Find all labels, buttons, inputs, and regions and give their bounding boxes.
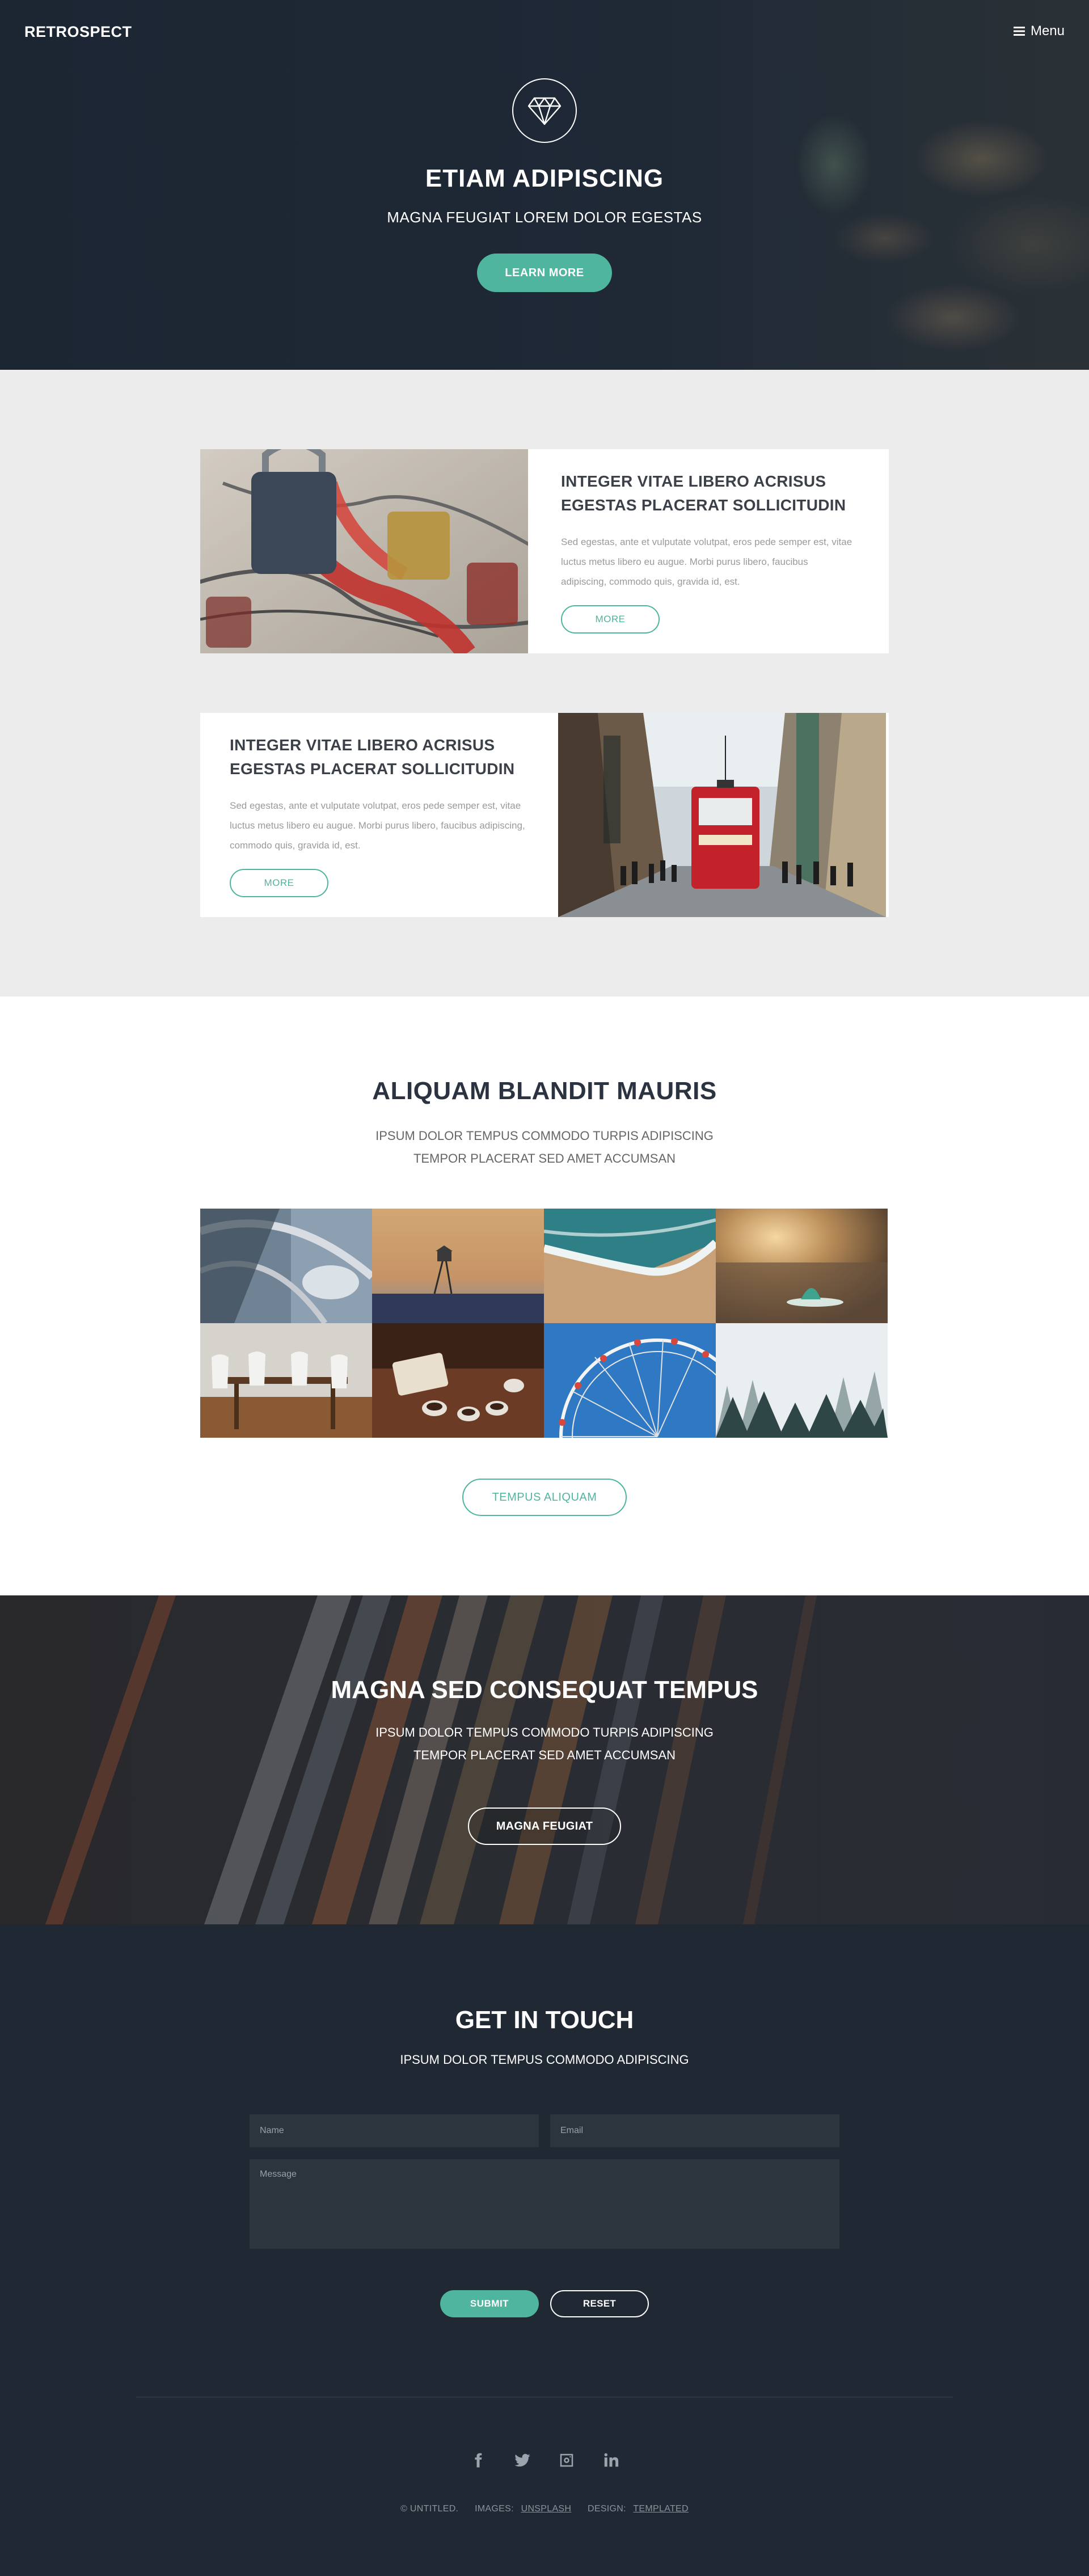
linkedin-icon[interactable]: [601, 2450, 621, 2471]
spotlight-1-text: Sed egestas, ante et vulputate volutpat,…: [561, 537, 852, 587]
spotlight-1-title: INTEGER VITAE LIBERO ACRISUS EGESTAS PLA…: [561, 472, 846, 514]
email-field[interactable]: [550, 2114, 839, 2147]
spotlight-section: INTEGER VITAE LIBERO ACRISUS EGESTAS PLA…: [0, 370, 1089, 996]
image-gallery: [200, 1209, 889, 1438]
gallery-section: ALIQUAM BLANDIT MAURIS IPSUM DOLOR TEMPU…: [0, 996, 1089, 1595]
gallery-image-surfboard[interactable]: [716, 1209, 888, 1323]
contact-subtitle: IPSUM DOLOR TEMPUS COMMODO ADIPISCING: [400, 2053, 689, 2067]
message-field[interactable]: [250, 2159, 839, 2249]
spotlight-2-title: INTEGER VITAE LIBERO ACRISUS EGESTAS PLA…: [230, 736, 515, 778]
padlocks-image: [200, 449, 528, 653]
design-label: DESIGN:: [588, 2504, 626, 2514]
spotlight-2-more-button[interactable]: MORE: [230, 869, 328, 897]
facebook-icon[interactable]: [468, 2450, 488, 2471]
templated-link[interactable]: TEMPLATED: [633, 2504, 689, 2514]
instagram-icon[interactable]: [556, 2450, 577, 2471]
banner-title: ETIAM ADIPISCING: [425, 164, 664, 192]
twitter-icon[interactable]: [512, 2450, 533, 2471]
tram-street-image: [558, 713, 886, 917]
name-field[interactable]: [250, 2114, 539, 2147]
cta-title: MAGNA SED CONSEQUAT TEMPUS: [331, 1676, 758, 1704]
images-label: IMAGES:: [475, 2504, 514, 2514]
social-links: [0, 2450, 1089, 2471]
gallery-image-dining-chairs[interactable]: [200, 1323, 372, 1438]
gallery-image-ferris-wheel[interactable]: [544, 1323, 716, 1438]
learn-more-button[interactable]: LEARN MORE: [477, 254, 612, 292]
spotlight-2: INTEGER VITAE LIBERO ACRISUS EGESTAS PLA…: [200, 713, 889, 917]
tempus-aliquam-button[interactable]: TEMPUS ALIQUAM: [462, 1479, 627, 1516]
spotlight-1-more-button[interactable]: MORE: [561, 605, 660, 634]
gallery-image-misty-forest[interactable]: [716, 1323, 888, 1438]
menu-button[interactable]: Menu: [1013, 23, 1065, 39]
contact-title: GET IN TOUCH: [455, 2006, 634, 2034]
gallery-image-coffee-cups[interactable]: [372, 1323, 544, 1438]
gallery-title: ALIQUAM BLANDIT MAURIS: [372, 1077, 717, 1105]
submit-button[interactable]: SUBMIT: [440, 2290, 539, 2317]
hamburger-icon: [1013, 27, 1025, 36]
menu-label: Menu: [1030, 23, 1065, 39]
site-logo[interactable]: RETROSPECT: [24, 23, 132, 41]
unsplash-link[interactable]: UNSPLASH: [521, 2504, 572, 2514]
gallery-subtitle: IPSUM DOLOR TEMPUS COMMODO TURPIS ADIPIS…: [375, 1129, 714, 1165]
spotlight-2-content: INTEGER VITAE LIBERO ACRISUS EGESTAS PLA…: [200, 713, 561, 917]
spotlight-1: INTEGER VITAE LIBERO ACRISUS EGESTAS PLA…: [200, 449, 889, 653]
gallery-image-lifeguard[interactable]: [372, 1209, 544, 1323]
contact-section: GET IN TOUCH IPSUM DOLOR TEMPUS COMMODO …: [0, 1924, 1089, 2576]
diamond-icon: [512, 78, 577, 143]
gallery-image-beach-waves[interactable]: [544, 1209, 716, 1323]
cta-subtitle: IPSUM DOLOR TEMPUS COMMODO TURPIS ADIPIS…: [375, 1725, 714, 1762]
spotlight-1-content: INTEGER VITAE LIBERO ACRISUS EGESTAS PLA…: [528, 449, 889, 653]
copyright-text: © UNTITLED.: [400, 2504, 459, 2514]
reset-button[interactable]: RESET: [550, 2290, 649, 2317]
copyright: © UNTITLED. IMAGES: UNSPLASH DESIGN: TEM…: [0, 2504, 1089, 2514]
banner-subtitle: MAGNA FEUGIAT LOREM DOLOR EGESTAS: [387, 209, 702, 226]
spotlight-2-text: Sed egestas, ante et vulputate volutpat,…: [230, 800, 525, 851]
magna-feugiat-button[interactable]: MAGNA FEUGIAT: [468, 1808, 621, 1845]
gallery-image-tent[interactable]: [200, 1209, 372, 1323]
cta-section: MAGNA SED CONSEQUAT TEMPUS IPSUM DOLOR T…: [0, 1595, 1089, 1924]
site-header: RETROSPECT Menu: [0, 0, 1089, 62]
